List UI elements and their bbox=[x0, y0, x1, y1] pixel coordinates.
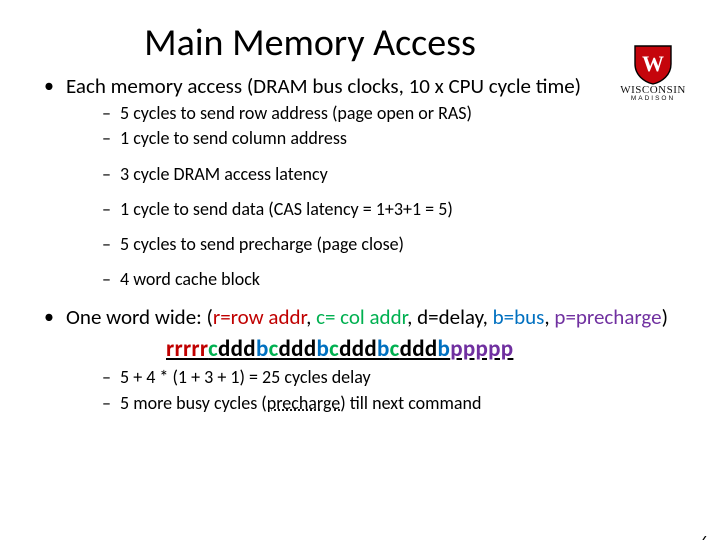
svg-text:W: W bbox=[642, 51, 664, 76]
bullet-2-sublist: 5 + 4 * (1 + 3 + 1) = 25 cycles delay 5 … bbox=[66, 367, 694, 413]
cycle-sequence: rrrrrcdddbcdddbcdddbcdddbppppp bbox=[166, 336, 694, 364]
sub-item: 4 word cache block bbox=[102, 269, 694, 290]
seq-c4: c bbox=[390, 335, 400, 363]
sub-item: 5 + 4 * (1 + 3 + 1) = 25 cycles delay bbox=[102, 367, 694, 388]
legend-b: b=bus bbox=[493, 304, 545, 330]
page-number: 6 bbox=[701, 533, 708, 540]
seq-c3: c bbox=[329, 335, 339, 363]
seq-p: ppppp bbox=[450, 335, 513, 363]
bullet-list: Each memory access (DRAM bus clocks, 10 … bbox=[0, 74, 720, 414]
bullet-1-sublist-wide: 3 cycle DRAM access latency 1 cycle to s… bbox=[66, 164, 694, 291]
seq-d4: ddd bbox=[400, 335, 438, 363]
seq-b1: b bbox=[256, 335, 269, 363]
sub-item: 1 cycle to send data (CAS latency = 1+3+… bbox=[102, 199, 694, 220]
sub-item: 5 cycles to send precharge (page close) bbox=[102, 234, 694, 255]
seq-d1: ddd bbox=[218, 335, 256, 363]
sub-item: 3 cycle DRAM access latency bbox=[102, 164, 694, 185]
bullet-1-text: Each memory access (DRAM bus clocks, 10 … bbox=[66, 73, 581, 99]
seq-b3: b bbox=[377, 335, 390, 363]
bullet-2: One word wide: (r=row addr, c= col addr,… bbox=[42, 305, 694, 414]
legend-c: c= col addr bbox=[316, 304, 407, 330]
seq-b2: b bbox=[316, 335, 329, 363]
bullet-2-post: ) bbox=[662, 304, 668, 330]
seq-d2: ddd bbox=[279, 335, 317, 363]
legend-p: p=precharge bbox=[554, 304, 661, 330]
seq-d3: ddd bbox=[339, 335, 377, 363]
seq-c1: c bbox=[208, 335, 218, 363]
seq-c2: c bbox=[269, 335, 279, 363]
bullet-1: Each memory access (DRAM bus clocks, 10 … bbox=[42, 74, 694, 291]
bullet-2-pre: One word wide: ( bbox=[66, 304, 213, 330]
sub-item: 1 cycle to send column address bbox=[102, 128, 694, 149]
sub-item: 5 more busy cycles (precharge) till next… bbox=[102, 393, 694, 414]
seq-r: rrrrr bbox=[166, 335, 208, 363]
sub-item: 5 cycles to send row address (page open … bbox=[102, 103, 694, 124]
legend-r: r=row addr bbox=[213, 304, 306, 330]
bullet-1-sublist: 5 cycles to send row address (page open … bbox=[66, 103, 694, 149]
precharge-word: precharge bbox=[267, 392, 340, 414]
seq-b4: b bbox=[438, 335, 451, 363]
legend-d: d=delay bbox=[417, 304, 482, 330]
